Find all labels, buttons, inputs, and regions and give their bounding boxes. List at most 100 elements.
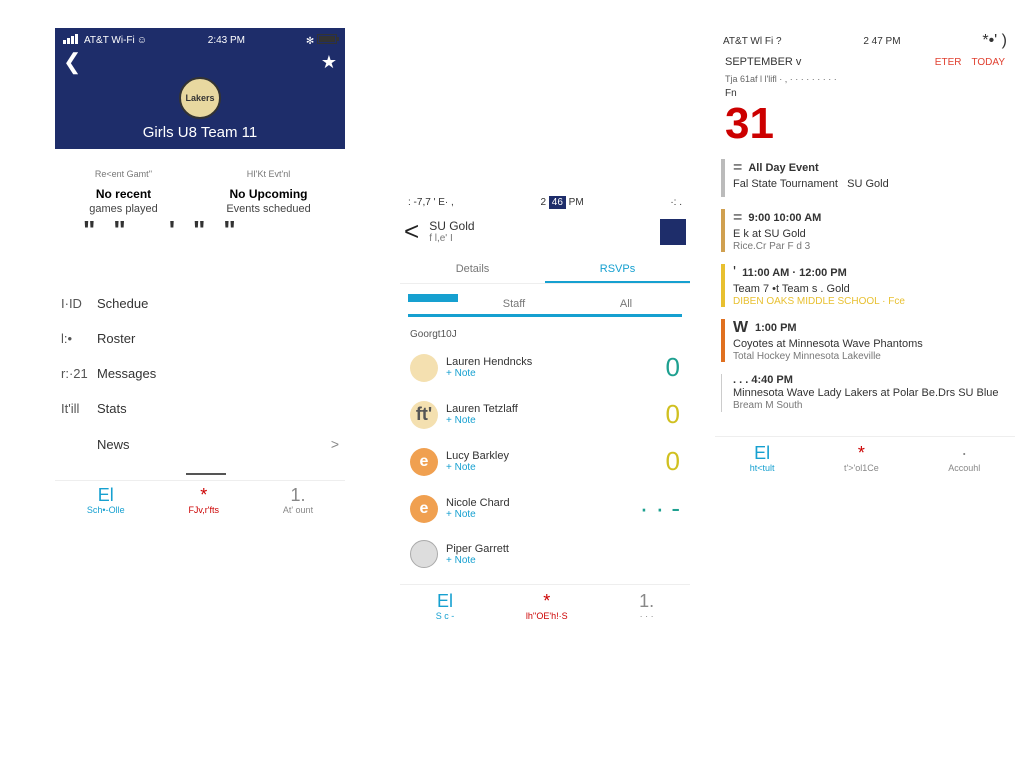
add-note-link[interactable]: + Note: [446, 368, 532, 379]
calendar-event[interactable]: '11:00 AM · 12:00 PM Team 7 •t Team s . …: [715, 258, 1015, 313]
calendar-panel: AT&T Wl Fi ? 2 47 PM *•' ) SEPTEMBER v E…: [715, 30, 1015, 479]
back-button[interactable]: <: [404, 216, 419, 247]
today-link[interactable]: TODAY: [971, 57, 1005, 68]
rsvp-header: < SU Gold f l,e' I: [400, 212, 690, 251]
roster-row[interactable]: Piper Garrett+ Note: [400, 532, 690, 576]
segment-blank[interactable]: [408, 294, 458, 302]
back-button[interactable]: ❮: [63, 49, 81, 75]
status-time: 2 46 PM: [540, 197, 583, 208]
carrier-text: AT&T Wi-Fi: [84, 35, 135, 46]
team-header: AT&T Wi-Fi ☺ 2:43 PM ✻ ❮ ★ Lakers Girls …: [55, 28, 345, 149]
add-note-link[interactable]: + Note: [446, 509, 510, 520]
carrier: AT&T Wl Fi ?: [723, 36, 782, 47]
calendar-icon: El: [436, 591, 455, 611]
event-color-bar: [721, 264, 725, 307]
rsvp-status[interactable]: 0: [666, 399, 680, 430]
menu-roster[interactable]: l:•Roster: [57, 321, 343, 356]
tab-schedule[interactable]: ElSch•-Olle: [87, 485, 125, 515]
quote-marks: "" '"": [55, 215, 345, 246]
tabs: Details RSVPs: [400, 257, 690, 284]
tab-favorites[interactable]: *t'>'ol1Ce: [844, 443, 879, 473]
carrier: : -7,7 ' E· ,: [408, 197, 454, 208]
menu-label: Stats: [97, 401, 127, 416]
event-title: Minnesota Wave Lady Lakers at Polar Be.D…: [733, 387, 1009, 399]
roster-row[interactable]: eNicole Chard+ Note· · -: [400, 485, 690, 532]
menu-schedule[interactable]: I·IDSchedue: [57, 286, 343, 321]
roster-category: Goorgt10J: [400, 325, 690, 344]
tab-schedule[interactable]: ElS c -: [436, 591, 455, 621]
tab-label: · · ·: [639, 611, 654, 621]
day-number: 31: [725, 99, 774, 149]
menu-news[interactable]: News>: [57, 426, 343, 462]
stats-icon: It'ill: [61, 401, 83, 416]
recent-game-col: Re<ent Gamt'' No recent games played: [89, 169, 158, 215]
tab-label: At' ount: [283, 505, 313, 515]
menu-label: Roster: [97, 331, 135, 346]
event-title: E k at SU Gold: [733, 228, 1009, 240]
header-actions: ETER TODAY: [935, 57, 1005, 68]
menu-messages[interactable]: r:·21Messages: [57, 356, 343, 391]
tab-rsvps[interactable]: RSVPs: [545, 257, 690, 283]
menu-stats[interactable]: It'ill Stats: [57, 391, 343, 426]
bluetooth-icon: ✻: [306, 36, 314, 47]
status-right: ✻: [306, 34, 337, 47]
equals-icon: =: [733, 209, 742, 227]
avatar: [410, 540, 438, 568]
event-color-bar: [721, 374, 725, 412]
rsvp-status[interactable]: 0: [666, 352, 680, 383]
filter-link[interactable]: ETER: [935, 57, 962, 68]
menu-label: Schedue: [97, 296, 148, 311]
avatar: e: [410, 495, 438, 523]
event-title: Coyotes at Minnesota Wave Phantoms: [733, 338, 1009, 350]
calendar-event[interactable]: W1:00 PM Coyotes at Minnesota Wave Phant…: [715, 313, 1015, 368]
status-bar: : -7,7 ' E· , 2 46 PM ·: .: [400, 195, 690, 210]
calendar-event[interactable]: . . . 4:40 PM Minnesota Wave Lady Lakers…: [715, 368, 1015, 418]
w-icon: W: [733, 319, 749, 337]
team-name: Girls U8 Team 11: [63, 124, 337, 141]
status-right: ·: .: [670, 197, 682, 208]
roster-row[interactable]: eLucy Barkley+ Note0: [400, 438, 690, 485]
roster-row[interactable]: ft'Lauren Tetzlaff+ Note0: [400, 391, 690, 438]
tab-schedule[interactable]: Elht<tult: [750, 443, 775, 473]
favorite-star-icon[interactable]: ★: [321, 52, 337, 73]
equals-icon: =: [733, 159, 742, 177]
tab-account[interactable]: 1.At' ount: [283, 485, 313, 515]
calendar-event[interactable]: =All Day Event Fal State Tournament SU G…: [715, 153, 1015, 203]
month-selector[interactable]: SEPTEMBER v: [725, 56, 801, 68]
tab-label: S c -: [436, 611, 455, 621]
event-list: =All Day Event Fal State Tournament SU G…: [715, 153, 1015, 418]
action-square[interactable]: [660, 219, 686, 245]
event-subtitle: f l,e' I: [429, 233, 474, 244]
rsvp-panel: : -7,7 ' E· , 2 46 PM ·: . < SU Gold f l…: [400, 195, 690, 627]
event-location: Bream M South: [733, 400, 1009, 411]
status-time: 2 47 PM: [863, 36, 900, 47]
next-event-sub: Events schedued: [226, 203, 310, 215]
nav-bar: ❮ ★: [63, 49, 337, 75]
segment-staff[interactable]: Staff: [458, 294, 570, 314]
roster-row[interactable]: Lauren Hendncks+ Note 0: [400, 344, 690, 391]
player-name: Lauren Hendncks: [446, 356, 532, 368]
calendar-event[interactable]: =9:00 10:00 AM E k at SU Gold Rice.Cr Pa…: [715, 203, 1015, 258]
month-label: SEPTEMBER v: [725, 56, 801, 68]
tab-label: ht<tult: [750, 463, 775, 473]
tab-account[interactable]: 1.· · ·: [639, 591, 654, 621]
rsvp-status[interactable]: · · -: [640, 493, 680, 524]
add-note-link[interactable]: + Note: [446, 462, 509, 473]
add-note-link[interactable]: + Note: [446, 555, 509, 566]
tab-favorites[interactable]: *lh''OE'h!·S: [526, 591, 568, 621]
rsvp-status[interactable]: 0: [666, 446, 680, 477]
tab-favorites[interactable]: *FJv,r'fts: [188, 485, 219, 515]
person-icon: 1.: [283, 485, 313, 505]
selected-day: Fn 31: [715, 88, 1015, 149]
segment-all[interactable]: All: [570, 294, 682, 314]
tab-details[interactable]: Details: [400, 257, 545, 283]
signal-bars-icon: [63, 34, 79, 47]
tab-account[interactable]: ·Accouhl: [948, 443, 980, 473]
person-icon: 1.: [639, 591, 654, 611]
star-icon: *: [526, 591, 568, 611]
event-color-bar: [721, 209, 725, 252]
menu-label: News: [97, 437, 130, 452]
event-time: . . . 4:40 PM: [733, 374, 1009, 386]
add-note-link[interactable]: + Note: [446, 415, 518, 426]
event-time: All Day Event: [748, 162, 818, 174]
